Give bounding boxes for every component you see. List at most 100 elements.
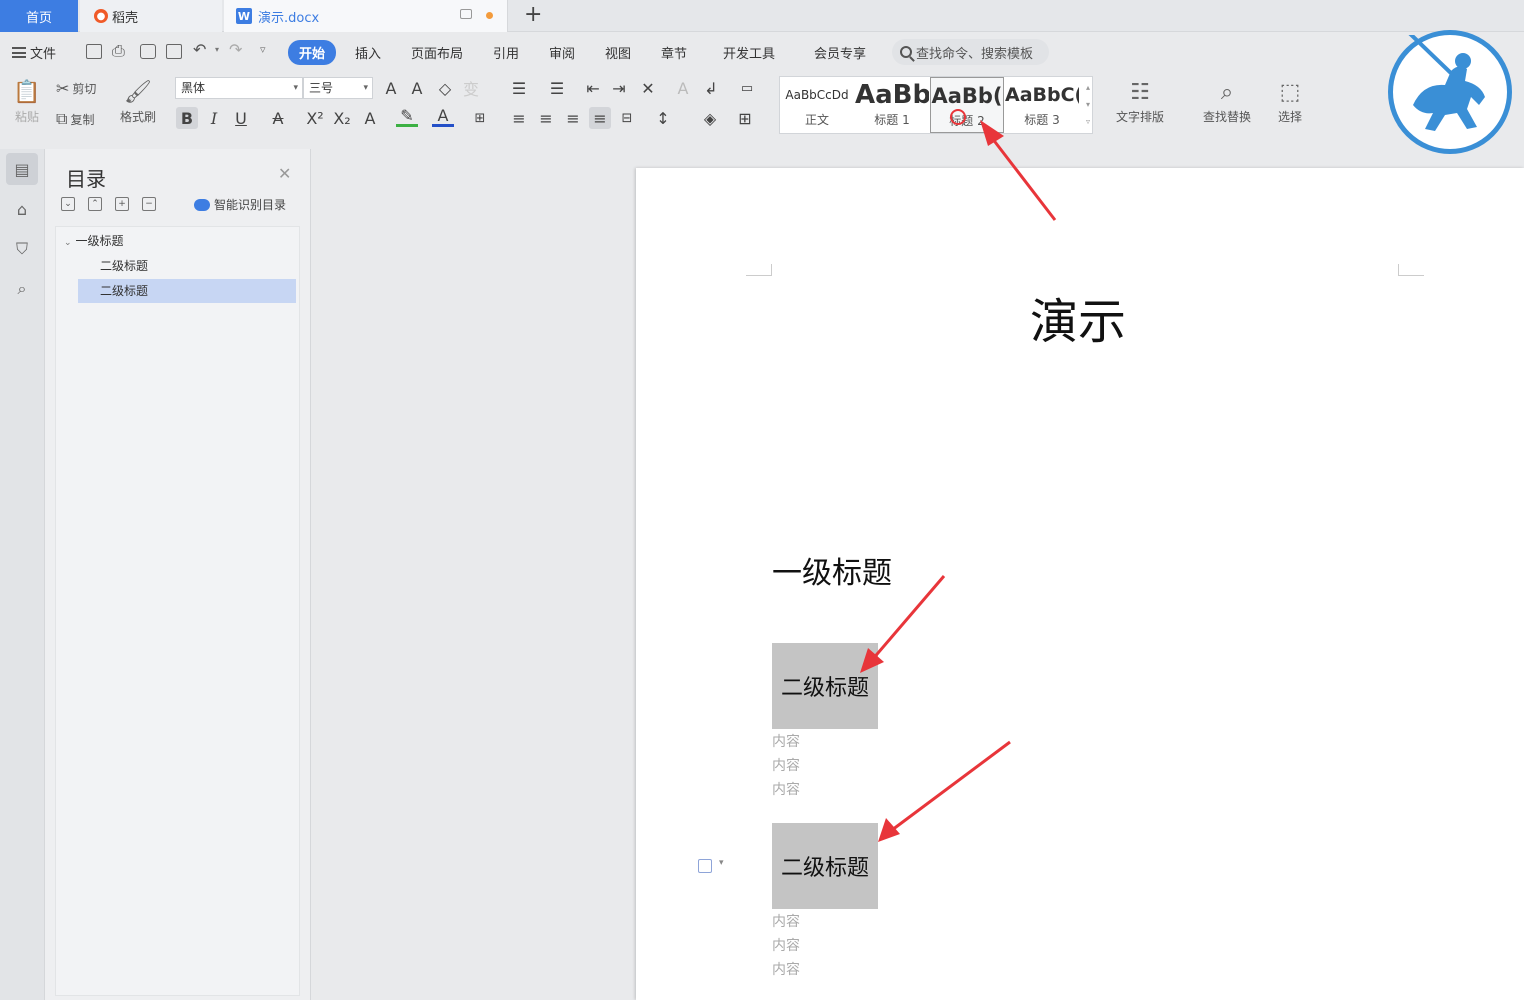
tab-home[interactable]: 首页 — [0, 0, 78, 32]
align-center-icon[interactable]: ≡ — [535, 107, 557, 129]
command-search[interactable]: 查找命令、搜索模板 — [892, 39, 1049, 65]
styles-scroll-icon[interactable]: ▴ ▾ ▿ — [1086, 79, 1090, 130]
distribute-icon[interactable]: ⊟ — [616, 107, 638, 129]
copy-button[interactable]: ⧉ 复制 — [56, 109, 94, 129]
bold-icon[interactable]: B — [176, 107, 198, 129]
format-painter-button[interactable]: 🖌 格式刷 — [116, 76, 160, 125]
chevron-down-icon[interactable]: ▾ — [719, 858, 724, 868]
add-heading-icon[interactable]: + — [115, 197, 129, 211]
clear-format-icon[interactable]: ◇ — [434, 77, 456, 99]
remove-heading-icon[interactable]: − — [142, 197, 156, 211]
scissors-icon: ✂ — [56, 79, 70, 98]
highlight-icon[interactable]: ✎ — [396, 106, 418, 127]
subscript-icon[interactable]: X₂ — [331, 107, 353, 129]
paragraph-handle-icon[interactable] — [698, 859, 712, 873]
phonetic-guide-icon[interactable]: 变 — [460, 77, 482, 99]
document-title[interactable]: 演示 — [1030, 282, 1126, 352]
chevron-down-icon[interactable]: ⌄ — [64, 238, 72, 248]
body-text-line[interactable]: 内容 — [772, 731, 800, 751]
customize-quickbar-icon[interactable]: ▿ — [260, 43, 266, 56]
expand-all-icon[interactable]: ⌄ — [61, 197, 75, 211]
underline-icon[interactable]: U — [230, 107, 252, 129]
shading-icon[interactable]: ◈ — [699, 107, 721, 129]
paste-button[interactable]: 📋 粘贴 — [8, 76, 46, 125]
body-text-line[interactable]: 内容 — [772, 935, 800, 955]
text-layout-button[interactable]: ☷ 文字排版 — [1108, 76, 1172, 125]
italic-icon[interactable]: I — [203, 107, 225, 129]
find-replace-button[interactable]: ⌕ 查找替换 — [1194, 76, 1260, 125]
menu-tab-view[interactable]: 视图 — [605, 43, 631, 62]
superscript-icon[interactable]: X² — [304, 107, 326, 129]
chinese-layout-icon[interactable]: ✕ — [637, 77, 659, 99]
toc-item-level2[interactable]: 二级标题 — [78, 254, 296, 278]
numbering-icon[interactable]: ☰ — [546, 77, 568, 99]
style-heading-2[interactable]: AaBb( 标题 2 — [930, 77, 1004, 133]
align-left-icon[interactable]: ≡ — [508, 107, 530, 129]
tab-stops-icon[interactable]: ▭ — [736, 77, 758, 99]
menu-tab-page-layout[interactable]: 页面布局 — [411, 43, 463, 62]
file-menu[interactable]: 文件 — [12, 43, 56, 62]
line-spacing-icon[interactable]: ↕ — [652, 107, 674, 129]
menu-tab-developer[interactable]: 开发工具 — [723, 43, 775, 62]
file-menu-label: 文件 — [30, 46, 57, 62]
menu-tab-references[interactable]: 引用 — [493, 43, 519, 62]
font-size-select[interactable]: 三号 ▾ — [303, 77, 373, 99]
close-icon[interactable]: ✕ — [278, 164, 291, 183]
borders-icon[interactable]: ⊞ — [734, 107, 756, 129]
tab-document[interactable]: W 演示.docx — [224, 0, 508, 32]
align-right-icon[interactable]: ≡ — [562, 107, 584, 129]
bullets-icon[interactable]: ☰ — [508, 77, 530, 99]
print-preview-icon[interactable] — [166, 44, 182, 59]
menu-tab-member[interactable]: 会员专享 — [814, 43, 866, 62]
body-text-line[interactable]: 内容 — [772, 911, 800, 931]
smart-toc-button[interactable]: 智能识别目录 — [194, 196, 286, 213]
toc-panel-icon[interactable]: ▤ — [6, 153, 38, 185]
heading-level2[interactable]: 二级标题 — [772, 643, 878, 729]
select-button[interactable]: ⬚ 选择 — [1268, 76, 1312, 125]
save-icon[interactable] — [86, 44, 102, 59]
style-normal[interactable]: AaBbCcDd 正文 — [780, 77, 854, 133]
align-justify-icon[interactable]: ≡ — [589, 107, 611, 129]
new-tab-plus-icon[interactable]: + — [524, 2, 542, 27]
body-text-line[interactable]: 内容 — [772, 755, 800, 775]
sort-icon[interactable]: A — [672, 77, 694, 99]
menu-tab-chapter[interactable]: 章节 — [661, 43, 687, 62]
collapse-all-icon[interactable]: ⌃ — [88, 197, 102, 211]
print-icon[interactable] — [140, 44, 156, 59]
redo-icon[interactable]: ↷ — [229, 40, 242, 59]
heading-level2[interactable]: 二级标题 — [772, 823, 878, 909]
chevron-down-icon: ▾ — [363, 83, 368, 93]
strikethrough-icon[interactable]: A — [267, 107, 289, 129]
char-border-icon[interactable]: ⊞ — [469, 107, 491, 129]
font-name-select[interactable]: 黑体 ▾ — [175, 77, 303, 99]
body-text-line[interactable]: 内容 — [772, 779, 800, 799]
undo-dropdown-icon[interactable]: ▾ — [215, 45, 219, 54]
increase-indent-icon[interactable]: ⇥ — [608, 77, 630, 99]
menu-tab-review[interactable]: 审阅 — [549, 43, 575, 62]
menu-tab-start[interactable]: 开始 — [288, 40, 337, 65]
tab-daoke[interactable]: ● 稻壳 — [80, 0, 222, 32]
document-page[interactable]: 演示 一级标题 二级标题 内容 内容 内容 二级标题 内容 内容 内容 — [636, 168, 1524, 1000]
grow-font-icon[interactable]: A — [380, 77, 402, 99]
monitor-icon[interactable] — [460, 9, 472, 19]
bookmark-icon[interactable]: ⛉ — [6, 233, 38, 265]
toc-title: 目录 — [66, 167, 106, 191]
export-pdf-icon[interactable]: ⎙ — [112, 41, 125, 61]
font-color-icon[interactable]: A — [432, 106, 454, 127]
style-heading-3[interactable]: AaBbC( 标题 3 — [1005, 77, 1079, 133]
decrease-indent-icon[interactable]: ⇤ — [582, 77, 604, 99]
heading-level1[interactable]: 一级标题 — [772, 548, 892, 592]
text-effect-icon[interactable]: A — [359, 107, 381, 129]
style-heading-1[interactable]: AaBb 标题 1 — [855, 77, 929, 133]
chapter-nav-icon[interactable]: ⌂ — [6, 193, 38, 225]
toc-item-level2-selected[interactable]: 二级标题 — [78, 279, 296, 303]
search-icon[interactable]: ⌕ — [6, 273, 38, 305]
cut-button[interactable]: ✂ 剪切 — [56, 79, 96, 98]
body-text-line[interactable]: 内容 — [772, 959, 800, 979]
toc-item-level1[interactable]: ⌄ 一级标题 — [64, 229, 294, 253]
menu-tab-insert[interactable]: 插入 — [355, 43, 381, 62]
search-icon — [900, 46, 912, 58]
shrink-font-icon[interactable]: A — [406, 77, 428, 99]
show-marks-icon[interactable]: ↲ — [700, 77, 722, 99]
undo-icon[interactable]: ↶ — [193, 40, 206, 59]
